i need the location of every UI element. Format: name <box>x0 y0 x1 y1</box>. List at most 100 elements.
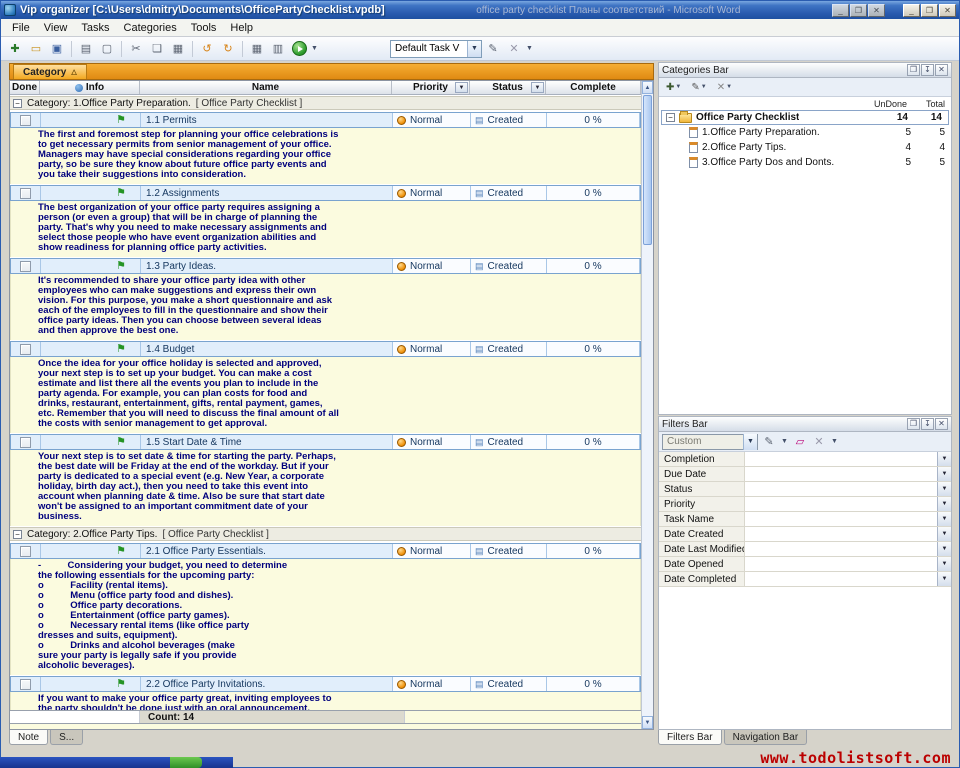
filter-options-dropdown-icon[interactable]: ▼ <box>830 432 839 451</box>
filter-dropdown-icon[interactable]: ▼ <box>937 542 951 556</box>
tree-item-category[interactable]: 2.Office Party Tips. 4 4 <box>659 140 951 155</box>
filter-value-field[interactable] <box>745 497 937 511</box>
task-done-checkbox[interactable] <box>20 261 31 272</box>
panel-close-icon[interactable]: ✕ <box>935 418 948 430</box>
task-done-checkbox[interactable] <box>20 679 31 690</box>
column-header-complete[interactable]: Complete <box>546 81 641 94</box>
delete-category-dropdown-icon[interactable]: ▼ <box>726 84 732 90</box>
filter-value-field[interactable] <box>745 557 937 571</box>
filter-edit-dropdown-icon[interactable]: ▼ <box>780 432 789 451</box>
edit-category-dropdown-icon[interactable]: ▼ <box>701 84 707 90</box>
column-header-name[interactable]: Name <box>140 81 392 94</box>
task-done-checkbox[interactable] <box>20 437 31 448</box>
collapse-icon[interactable]: − <box>13 99 22 108</box>
filter-preset-combo-arrow-icon[interactable]: ▼ <box>743 434 757 450</box>
category-group-row[interactable]: − Category: 2.Office Party Tips. [ Offic… <box>10 527 641 541</box>
task-done-checkbox[interactable] <box>20 344 31 355</box>
print-preview-icon[interactable]: ▢ <box>97 39 117 58</box>
task-row[interactable]: ⚑ 1.1 Permits Normal ▤Created 0 % <box>10 112 641 128</box>
filter-dropdown-icon[interactable]: ▼ <box>937 572 951 586</box>
task-done-checkbox[interactable] <box>20 115 31 126</box>
menu-categories[interactable]: Categories <box>117 21 184 35</box>
tab-filters-bar[interactable]: Filters Bar <box>658 730 722 745</box>
edit-view-icon[interactable]: ✎ <box>483 39 503 58</box>
delete-view-icon[interactable]: ✕ <box>504 39 524 58</box>
menu-file[interactable]: File <box>5 21 37 35</box>
task-row[interactable]: ⚑ 1.2 Assignments Normal ▤Created 0 % <box>10 185 641 201</box>
filter-dropdown-icon[interactable]: ▼ <box>937 467 951 481</box>
status-filter-dropdown-icon[interactable]: ▼ <box>531 82 544 93</box>
task-view-combo-arrow-icon[interactable]: ▼ <box>467 41 481 57</box>
task-row[interactable]: ⚑ 1.3 Party Ideas. Normal ▤Created 0 % <box>10 258 641 274</box>
grid-vertical-scrollbar[interactable]: ▲ ▼ <box>641 81 653 729</box>
filter-value-field[interactable] <box>745 482 937 496</box>
filter-clear-icon[interactable]: ▱ <box>792 434 808 450</box>
tab-note[interactable]: Note <box>9 730 48 745</box>
table-view-icon[interactable]: ▦ <box>247 39 267 58</box>
menu-tasks[interactable]: Tasks <box>74 21 116 35</box>
close-button[interactable]: ✕ <box>939 4 956 17</box>
scrollbar-track[interactable] <box>642 246 653 716</box>
filter-edit-icon[interactable]: ✎ <box>761 434 777 450</box>
task-row[interactable]: ⚑ 2.2 Office Party Invitations. Normal ▤… <box>10 676 641 692</box>
tree-item-checklist-root[interactable]: − Office Party Checklist 14 14 <box>661 110 949 125</box>
filter-dropdown-icon[interactable]: ▼ <box>937 512 951 526</box>
copy-icon[interactable]: ❏ <box>147 39 167 58</box>
filter-dropdown-icon[interactable]: ▼ <box>937 482 951 496</box>
print-icon[interactable]: ▤ <box>76 39 96 58</box>
filter-value-field[interactable] <box>745 572 937 586</box>
edit-category-icon[interactable]: ✎▼ <box>687 79 710 95</box>
filter-value-field[interactable] <box>745 452 937 466</box>
save-icon[interactable]: ▣ <box>47 39 67 58</box>
panel-float-icon[interactable]: ❐ <box>907 64 920 76</box>
scroll-up-icon[interactable]: ▲ <box>642 81 653 94</box>
panel-pin-icon[interactable]: ↧ <box>921 64 934 76</box>
filter-dropdown-icon[interactable]: ▼ <box>937 557 951 571</box>
panel-float-icon[interactable]: ❐ <box>907 418 920 430</box>
scrollbar-thumb[interactable] <box>643 95 652 245</box>
title-bar[interactable]: Vip organizer [C:\Users\dmitry\Documents… <box>1 1 959 19</box>
card-view-icon[interactable]: ▥ <box>268 39 288 58</box>
task-row[interactable]: ⚑ 1.5 Start Date & Time Normal ▤Created … <box>10 434 641 450</box>
maximize-button[interactable]: ❐ <box>921 4 938 17</box>
filter-dropdown-icon[interactable]: ▼ <box>937 497 951 511</box>
tree-item-category[interactable]: 1.Office Party Preparation. 5 5 <box>659 125 951 140</box>
panel-close-icon[interactable]: ✕ <box>935 64 948 76</box>
priority-filter-dropdown-icon[interactable]: ▼ <box>455 82 468 93</box>
filter-value-field[interactable] <box>745 527 937 541</box>
column-header-status[interactable]: Status▼ <box>470 81 546 94</box>
task-done-checkbox[interactable] <box>20 188 31 199</box>
tab-navigation-bar[interactable]: Navigation Bar <box>724 730 808 745</box>
new-task-icon[interactable] <box>289 39 309 58</box>
undo-icon[interactable]: ↺ <box>197 39 217 58</box>
group-by-category-tab[interactable]: Category △ <box>13 64 87 79</box>
task-view-combo[interactable]: Default Task V ▼ <box>390 40 482 58</box>
task-row[interactable]: ⚑ 2.1 Office Party Essentials. Normal ▤C… <box>10 543 641 559</box>
redo-icon[interactable]: ↻ <box>218 39 238 58</box>
add-category-dropdown-icon[interactable]: ▼ <box>675 84 681 90</box>
tab-s[interactable]: S... <box>50 730 83 745</box>
category-group-row[interactable]: − Category: 1.Office Party Preparation. … <box>10 96 641 110</box>
filter-dropdown-icon[interactable]: ▼ <box>937 527 951 541</box>
open-file-icon[interactable]: ▭ <box>26 39 46 58</box>
new-task-dropdown-icon[interactable]: ▼ <box>310 39 319 58</box>
scroll-down-icon[interactable]: ▼ <box>642 716 653 729</box>
menu-help[interactable]: Help <box>223 21 260 35</box>
collapse-icon[interactable]: − <box>666 113 675 122</box>
delete-category-icon[interactable]: ✕▼ <box>713 79 736 95</box>
filter-dropdown-icon[interactable]: ▼ <box>937 452 951 466</box>
new-file-icon[interactable]: ✚ <box>5 39 25 58</box>
cut-icon[interactable]: ✂ <box>126 39 146 58</box>
column-header-info[interactable]: Info <box>40 81 140 94</box>
paste-icon[interactable]: ▦ <box>168 39 188 58</box>
task-row[interactable]: ⚑ 1.4 Budget Normal ▤Created 0 % <box>10 341 641 357</box>
task-done-checkbox[interactable] <box>20 546 31 557</box>
filter-value-field[interactable] <box>745 512 937 526</box>
menu-tools[interactable]: Tools <box>184 21 224 35</box>
add-category-icon[interactable]: ✚▼ <box>662 79 685 95</box>
minimize-button[interactable]: _ <box>903 4 920 17</box>
filter-close-icon[interactable]: ✕ <box>811 434 827 450</box>
column-header-done[interactable]: Done <box>10 81 40 94</box>
menu-view[interactable]: View <box>37 21 75 35</box>
filter-value-field[interactable] <box>745 467 937 481</box>
